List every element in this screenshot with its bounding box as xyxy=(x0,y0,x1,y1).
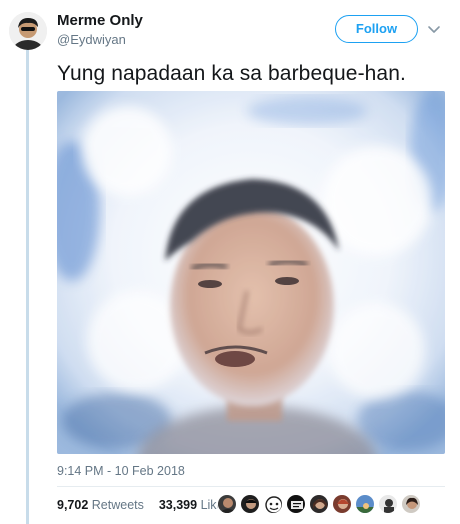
tweet-text: Yung napadaan ka sa barbeque-han. xyxy=(57,62,406,85)
liker-avatars xyxy=(217,494,421,516)
liker-avatar[interactable] xyxy=(355,494,375,514)
liker-avatar[interactable] xyxy=(263,494,283,514)
display-name[interactable]: Merme Only xyxy=(57,12,143,29)
handle[interactable]: @Eydwiyan xyxy=(57,32,126,47)
liker-avatar[interactable] xyxy=(286,494,306,514)
tweet-timestamp[interactable]: 9:14 PM - 10 Feb 2018 xyxy=(57,464,185,478)
avatar[interactable] xyxy=(9,12,47,50)
liker-avatar[interactable] xyxy=(309,494,329,514)
liker-avatar[interactable] xyxy=(401,494,421,514)
thread-line xyxy=(26,46,29,524)
liker-avatar[interactable] xyxy=(332,494,352,514)
divider xyxy=(57,486,445,487)
liker-avatar[interactable] xyxy=(378,494,398,514)
retweets-label[interactable]: Retweets xyxy=(92,498,144,512)
chevron-down-icon[interactable] xyxy=(427,22,441,36)
retweets-count[interactable]: 9,702 xyxy=(57,498,88,512)
likes-count[interactable]: 33,399 xyxy=(159,498,197,512)
liker-avatar[interactable] xyxy=(240,494,260,514)
follow-button[interactable]: Follow xyxy=(335,15,418,43)
engagement-stats: 9,702 Retweets 33,399 Likes xyxy=(57,498,230,512)
tweet-media-image[interactable] xyxy=(57,91,445,454)
liker-avatar[interactable] xyxy=(217,494,237,514)
